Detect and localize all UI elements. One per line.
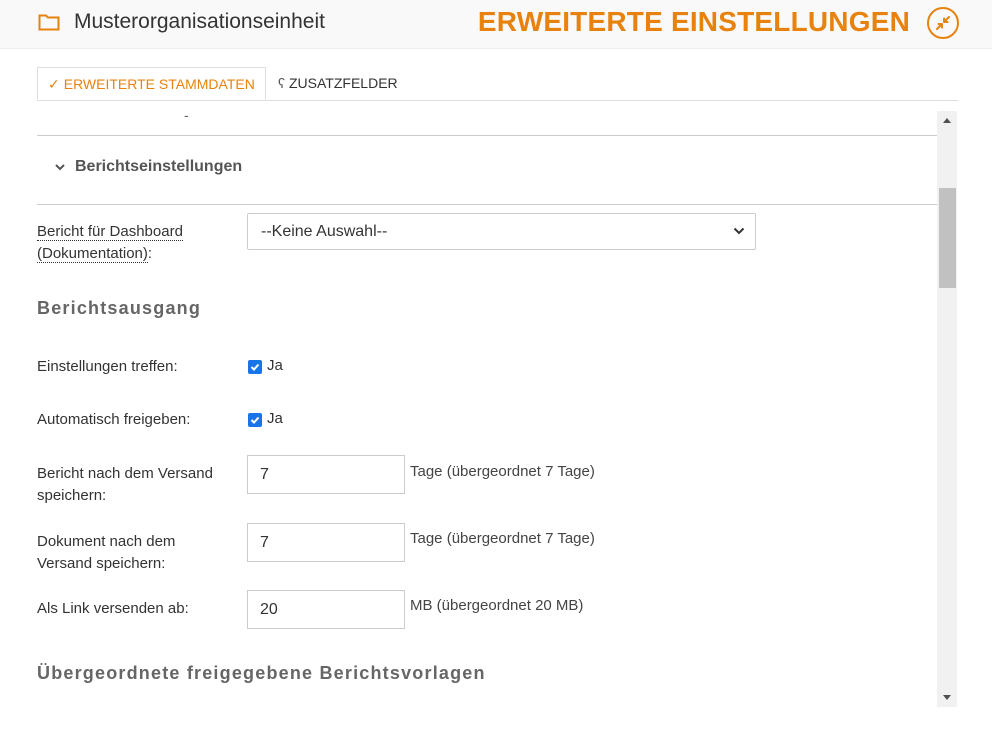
tab-erweiterte-stammdaten[interactable]: ✓ ERWEITERTE STAMMDATEN bbox=[37, 67, 266, 100]
org-unit-title: Musterorganisationseinheit bbox=[74, 10, 325, 33]
link-from-label: Als Link versenden ab: bbox=[37, 600, 189, 617]
doc-keep-days-input[interactable]: 7 bbox=[247, 523, 405, 562]
settings-checkbox-label[interactable]: Ja bbox=[267, 357, 283, 374]
output-heading: Berichtsausgang bbox=[37, 298, 202, 318]
report-keep-hint: Tage (übergeordnet 7 Tage) bbox=[410, 463, 595, 480]
header-bar: Musterorganisationseinheit ERWEITERTE EI… bbox=[0, 0, 992, 49]
chevron-down-icon bbox=[733, 227, 745, 235]
doc-keep-label: Dokument nach dem Versand speichern: bbox=[37, 531, 175, 575]
label-line: Versand speichern: bbox=[37, 555, 166, 572]
doc-keep-hint: Tage (übergeordnet 7 Tage) bbox=[410, 530, 595, 547]
vertical-scrollbar[interactable] bbox=[937, 111, 957, 707]
dashboard-report-label: Bericht für Dashboard (Dokumentation): bbox=[37, 221, 183, 265]
label-line: Bericht nach dem Versand bbox=[37, 465, 213, 482]
tab-label: ZUSATZFELDER bbox=[289, 75, 398, 91]
collapse-arrows-icon bbox=[936, 16, 950, 30]
select-value: --Keine Auswahl-- bbox=[261, 223, 388, 240]
report-keep-label: Bericht nach dem Versand speichern: bbox=[37, 463, 213, 507]
tab-label: ERWEITERTE STAMMDATEN bbox=[63, 76, 255, 92]
link-from-hint: MB (übergeordnet 20 MB) bbox=[410, 597, 584, 614]
report-keep-days-input[interactable]: 7 bbox=[247, 455, 405, 494]
label-line: Bericht für Dashboard bbox=[37, 223, 183, 241]
auto-release-label: Automatisch freigeben: bbox=[37, 411, 191, 428]
settings-label: Einstellungen treffen: bbox=[37, 358, 178, 375]
check-icon bbox=[250, 363, 260, 371]
checkmark-icon: ✓ bbox=[48, 76, 60, 92]
tab-zusatzfelder[interactable]: ʕ ZUSATZFELDER bbox=[268, 67, 408, 100]
divider bbox=[37, 204, 937, 205]
check-icon bbox=[250, 416, 260, 424]
dashboard-report-select[interactable]: --Keine Auswahl-- bbox=[247, 213, 756, 250]
settings-checkbox[interactable] bbox=[248, 360, 262, 374]
page-title: ERWEITERTE EINSTELLUNGEN bbox=[477, 6, 910, 37]
settings-scroll-area[interactable]: - Berichtseinstellungen Bericht für Dash… bbox=[37, 111, 937, 707]
link-from-size-input[interactable]: 20 bbox=[247, 590, 405, 629]
folder-icon bbox=[38, 14, 60, 31]
section-title: Berichtseinstellungen bbox=[75, 158, 243, 175]
scroll-down-arrow-icon[interactable] bbox=[937, 687, 957, 707]
collapse-button[interactable] bbox=[927, 7, 959, 39]
cut-off-text: - bbox=[184, 111, 189, 123]
section-toggle-berichtseinstellungen[interactable]: Berichtseinstellungen bbox=[53, 158, 242, 176]
tab-bar: ✓ ERWEITERTE STAMMDATEN ʕ ZUSATZFELDER bbox=[37, 67, 958, 101]
scrollbar-thumb[interactable] bbox=[939, 188, 956, 288]
label-line: speichern: bbox=[37, 487, 107, 504]
label-line: (Dokumentation) bbox=[37, 245, 148, 263]
parent-templates-heading: Übergeordnete freigegebene Berichtsvorla… bbox=[37, 663, 486, 683]
chevron-down-icon bbox=[55, 164, 65, 171]
label-suffix: : bbox=[147, 245, 153, 262]
auto-release-checkbox-label[interactable]: Ja bbox=[267, 410, 283, 427]
scroll-up-arrow-icon[interactable] bbox=[937, 111, 957, 131]
divider bbox=[37, 135, 937, 136]
auto-release-checkbox[interactable] bbox=[248, 413, 262, 427]
label-line: Dokument nach dem bbox=[37, 533, 176, 550]
partial-hook-icon: ʕ bbox=[278, 75, 285, 91]
